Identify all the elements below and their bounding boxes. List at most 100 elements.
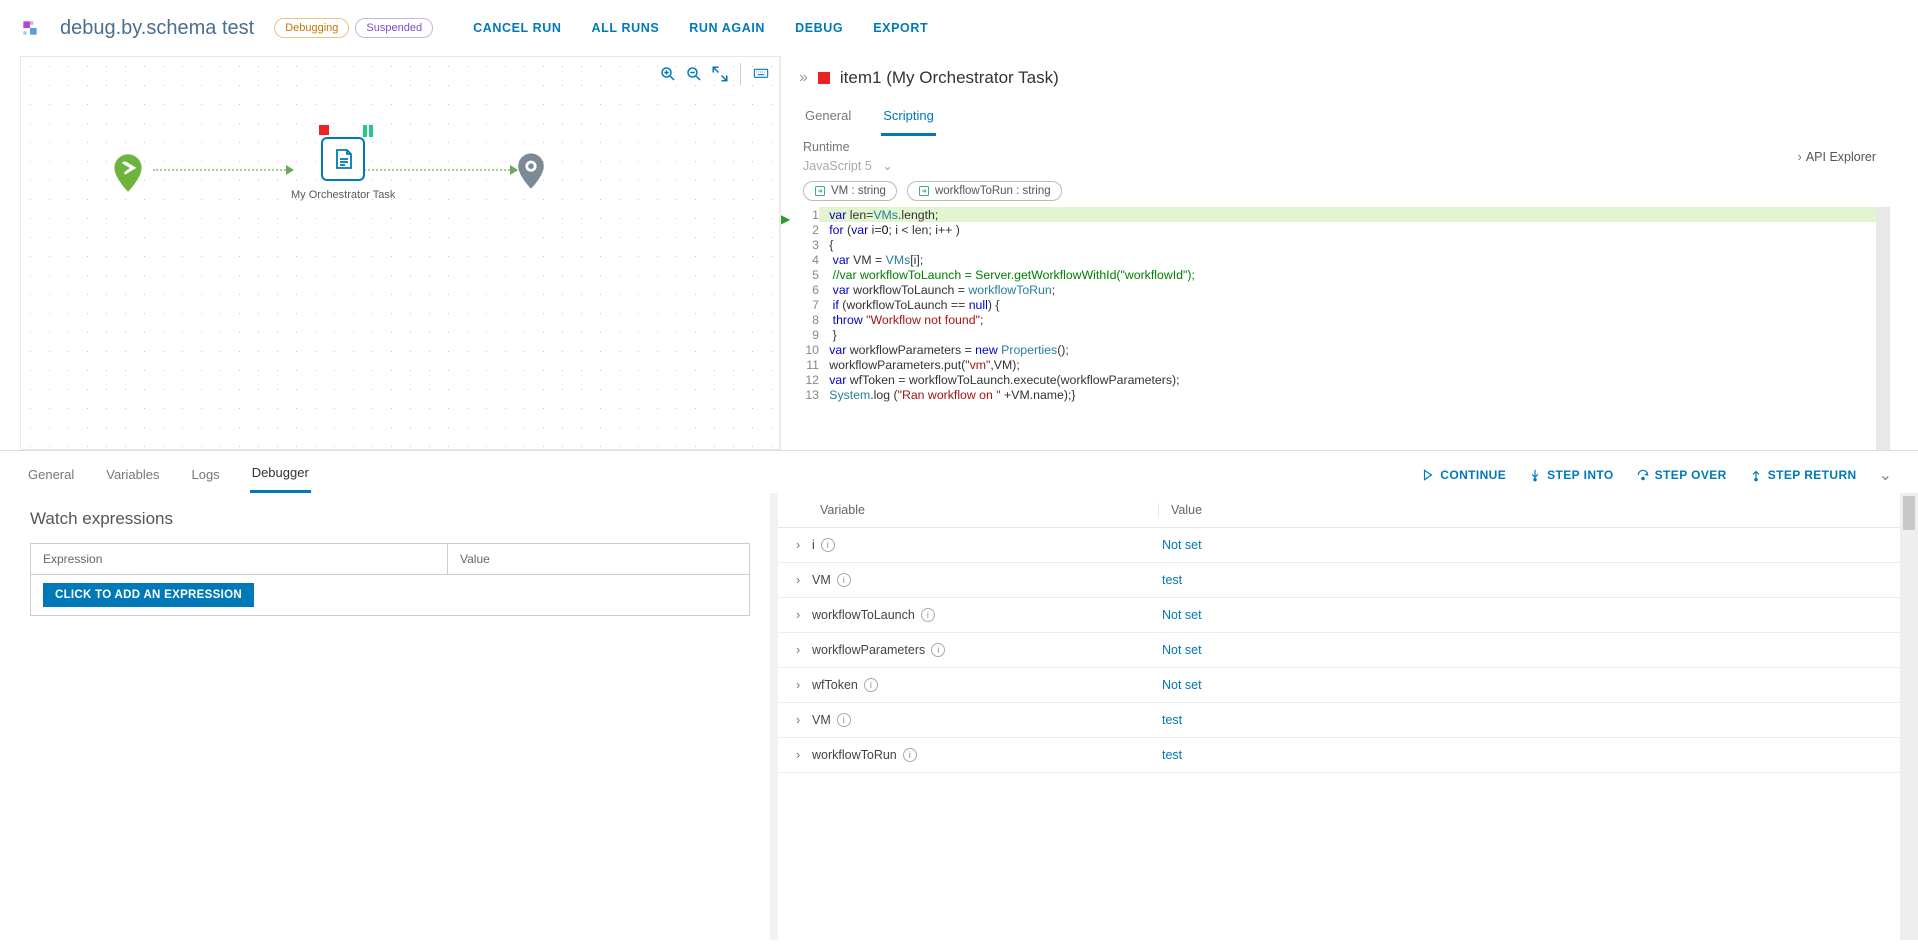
current-line-arrow-icon: ▶ — [781, 212, 790, 226]
top-bar: debug.by.schema test Debugging Suspended… — [0, 0, 1918, 56]
step-into-button[interactable]: STEP INTO — [1528, 468, 1614, 482]
pill-workflowtorun[interactable]: workflowToRun : string — [907, 181, 1062, 201]
variable-row[interactable]: ›VM itest — [778, 563, 1918, 598]
info-icon[interactable]: i — [837, 713, 851, 727]
variable-pills: VM : string workflowToRun : string — [781, 173, 1898, 207]
badge-suspended: Suspended — [355, 18, 433, 38]
all-runs-link[interactable]: ALL RUNS — [592, 21, 660, 35]
expand-icon[interactable]: › — [796, 748, 812, 762]
api-explorer-link[interactable]: ›API Explorer — [1798, 150, 1876, 164]
tab-debugger-bottom[interactable]: Debugger — [250, 457, 311, 493]
variable-name: wfToken i — [812, 678, 1150, 692]
canvas-edge — [153, 169, 293, 171]
export-link[interactable]: EXPORT — [873, 21, 928, 35]
breakpoint-icon — [818, 72, 830, 84]
debugger-actions: CONTINUE STEP INTO STEP OVER STEP RETURN… — [1421, 465, 1892, 485]
tab-scripting[interactable]: Scripting — [881, 100, 936, 136]
panel-title: item1 (My Orchestrator Task) — [840, 68, 1059, 88]
end-node[interactable] — [515, 151, 547, 191]
expand-icon[interactable]: › — [796, 538, 812, 552]
top-nav: CANCEL RUN ALL RUNS RUN AGAIN DEBUG EXPO… — [473, 21, 928, 35]
watch-col-expression: Expression — [31, 544, 448, 575]
variable-row[interactable]: ›VM itest — [778, 703, 1918, 738]
task-node-label: My Orchestrator Task — [291, 189, 395, 201]
expand-icon[interactable]: › — [796, 608, 812, 622]
runtime-label: Runtime — [803, 140, 893, 154]
variable-name: workflowToRun i — [812, 748, 1150, 762]
breakpoint-icon — [319, 125, 329, 135]
watch-expressions-pane: Watch expressions Expression Value CLICK… — [0, 493, 770, 940]
watch-col-value: Value — [448, 544, 750, 575]
variables-scrollbar[interactable] — [1900, 493, 1918, 940]
variable-name: workflowToLaunch i — [812, 608, 1150, 622]
collapse-panel-icon[interactable]: » — [799, 69, 808, 87]
watch-title: Watch expressions — [30, 509, 760, 529]
collapse-bottom-icon[interactable]: ⌄ — [1879, 465, 1892, 485]
expand-icon[interactable]: › — [796, 643, 812, 657]
variable-row[interactable]: ›i iNot set — [778, 528, 1918, 563]
run-again-link[interactable]: RUN AGAIN — [689, 21, 765, 35]
info-icon[interactable]: i — [864, 678, 878, 692]
add-expression-button[interactable]: CLICK TO ADD AN EXPRESSION — [43, 583, 254, 607]
info-icon[interactable]: i — [921, 608, 935, 622]
variable-value: test — [1150, 573, 1918, 587]
variable-value: Not set — [1150, 678, 1918, 692]
expand-icon[interactable]: › — [796, 678, 812, 692]
runtime-select[interactable]: JavaScript 5 ⌄ — [803, 154, 893, 173]
toolbar-separator — [740, 63, 741, 85]
code-editor[interactable]: ▶ 1 var len=VMs.length; 2 for (var i=0; … — [781, 207, 1890, 450]
variable-value: test — [1150, 748, 1918, 762]
var-col-value: Value — [1158, 503, 1918, 517]
variable-row[interactable]: ›wfToken iNot set — [778, 668, 1918, 703]
debug-link[interactable]: DEBUG — [795, 21, 843, 35]
canvas-toolbar — [658, 63, 771, 85]
tab-logs-bottom[interactable]: Logs — [189, 459, 221, 492]
right-tabs: General Scripting — [781, 100, 1898, 136]
task-node-box — [321, 137, 365, 181]
var-col-variable: Variable — [820, 503, 1158, 517]
code-scrollbar[interactable] — [1876, 207, 1890, 450]
zoom-in-icon[interactable] — [658, 64, 678, 84]
info-icon[interactable]: i — [903, 748, 917, 762]
pill-vm[interactable]: VM : string — [803, 181, 897, 201]
vertical-splitter[interactable] — [770, 493, 778, 940]
info-icon[interactable]: i — [837, 573, 851, 587]
variable-value: Not set — [1150, 538, 1918, 552]
task-node[interactable]: My Orchestrator Task — [291, 137, 395, 201]
step-over-icon — [1636, 468, 1650, 482]
expand-icon[interactable]: › — [796, 713, 812, 727]
variable-value: Not set — [1150, 608, 1918, 622]
watch-table: Expression Value CLICK TO ADD AN EXPRESS… — [30, 543, 750, 616]
step-return-button[interactable]: STEP RETURN — [1749, 468, 1857, 482]
code-lines: 1 var len=VMs.length; 2 for (var i=0; i … — [781, 207, 1890, 402]
tab-variables-bottom[interactable]: Variables — [104, 459, 161, 492]
step-into-icon — [1528, 468, 1542, 482]
fit-screen-icon[interactable] — [710, 64, 730, 84]
input-arrow-icon — [814, 185, 826, 197]
variable-value: test — [1150, 713, 1918, 727]
variable-row[interactable]: ›workflowParameters iNot set — [778, 633, 1918, 668]
status-pills: Debugging Suspended — [274, 18, 433, 38]
cancel-run-link[interactable]: CANCEL RUN — [473, 21, 561, 35]
variable-row[interactable]: ›workflowToLaunch iNot set — [778, 598, 1918, 633]
badge-debugging: Debugging — [274, 18, 349, 38]
script-icon — [331, 147, 355, 171]
workflow-canvas[interactable]: My Orchestrator Task — [20, 56, 780, 450]
variable-row[interactable]: ›workflowToRun itest — [778, 738, 1918, 773]
variable-name: workflowParameters i — [812, 643, 1150, 657]
continue-button[interactable]: CONTINUE — [1421, 468, 1506, 482]
keyboard-icon[interactable] — [751, 64, 771, 84]
tab-general-bottom[interactable]: General — [26, 459, 76, 492]
info-icon[interactable]: i — [931, 643, 945, 657]
info-icon[interactable]: i — [821, 538, 835, 552]
workflow-name: debug.by.schema test — [60, 17, 254, 40]
right-panel: » item1 (My Orchestrator Task) General S… — [780, 56, 1898, 450]
variable-value: Not set — [1150, 643, 1918, 657]
zoom-out-icon[interactable] — [684, 64, 704, 84]
variable-name: i i — [812, 538, 1150, 552]
variable-name: VM i — [812, 713, 1150, 727]
expand-icon[interactable]: › — [796, 573, 812, 587]
tab-general[interactable]: General — [803, 100, 853, 136]
start-node[interactable] — [111, 152, 145, 194]
step-over-button[interactable]: STEP OVER — [1636, 468, 1727, 482]
